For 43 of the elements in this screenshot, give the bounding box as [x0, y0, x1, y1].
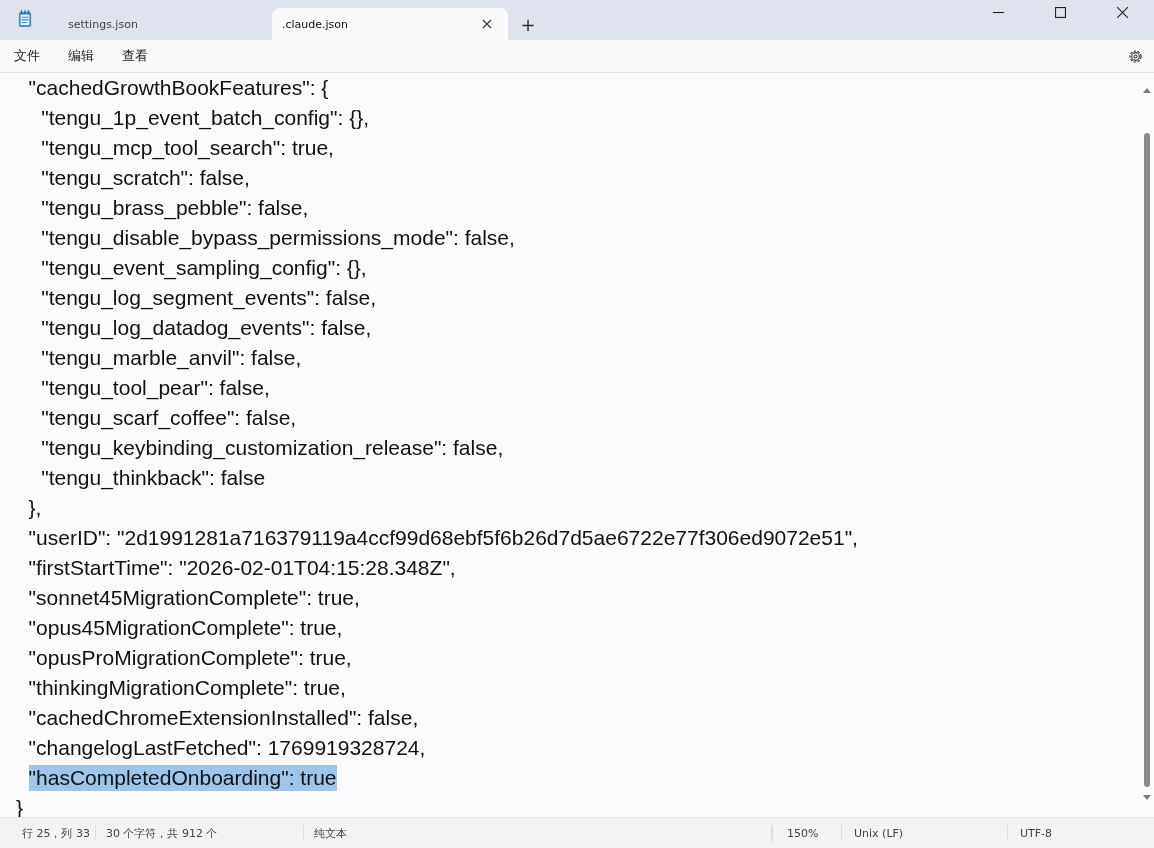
code-line: "tengu_log_datadog_events": false,: [41, 315, 372, 341]
code-line: "tengu_scarf_coffee": false,: [41, 405, 297, 431]
code-line: "opus45MigrationComplete": true,: [28, 615, 343, 641]
encoding: UTF-8: [1019, 825, 1053, 841]
close-icon[interactable]: [482, 19, 492, 29]
code-line: },: [28, 495, 42, 521]
code-line: "tengu_thinkback": false: [41, 465, 266, 491]
code-line: "tengu_mcp_tool_search": true,: [41, 135, 334, 161]
code-line: "firstStartTime": "2026-02-01T04:15:28.348Z",: [28, 555, 456, 581]
code-line: "opusProMigrationComplete": true,: [28, 645, 352, 671]
menu-item[interactable]: 文件: [14, 47, 40, 65]
file-format: 纯文本: [304, 825, 772, 841]
settings-icon[interactable]: [1127, 47, 1144, 65]
close-icon[interactable]: [1117, 7, 1128, 18]
code-line: "cachedChromeExtensionInstalled": false,: [28, 705, 419, 731]
tab[interactable]: .claude.json: [272, 8, 508, 40]
code-line: "thinkingMigrationComplete": true,: [28, 675, 346, 701]
menu-item[interactable]: 查看: [122, 47, 148, 65]
code-line: "sonnet45MigrationComplete": true,: [28, 585, 360, 611]
code-line: "tengu_1p_event_batch_config": {},: [41, 105, 370, 131]
code-line: "tengu_event_sampling_config": {},: [41, 255, 367, 281]
cursor-position: 行 25，列 33: [0, 825, 96, 841]
notepad-icon: [18, 10, 32, 28]
line-ending: Unix (LF): [842, 825, 1008, 841]
menu-item[interactable]: 编辑: [68, 47, 94, 65]
code-line: "tengu_scratch": false,: [41, 165, 250, 191]
tab[interactable]: settings.json: [42, 8, 272, 40]
code-line: "tengu_disable_bypass_permissions_mode": false,: [41, 225, 515, 251]
zoom-level: 150%: [772, 825, 842, 841]
scrollbar-thumb[interactable]: [1144, 133, 1150, 787]
scroll-down-icon[interactable]: [1143, 795, 1151, 801]
code-line: "tengu_keybinding_customization_release": false,: [41, 435, 504, 461]
scroll-up-icon[interactable]: [1143, 87, 1151, 93]
maximize-icon[interactable]: [1055, 7, 1066, 18]
code-line: "tengu_brass_pebble": false,: [41, 195, 309, 221]
code-line: "tengu_log_segment_events": false,: [41, 285, 376, 311]
code-line: "cachedGrowthBookFeatures": {: [28, 75, 329, 101]
code-line: "tengu_tool_pear": false,: [41, 375, 270, 401]
code-line: "userID": "2d1991281a716379119a4ccf99d68ebf5f6b26d7d5ae6722e77f306ed9072e51",: [28, 525, 858, 551]
code-line: "tengu_marble_anvil": false,: [41, 345, 302, 371]
new-tab-button[interactable]: +: [508, 8, 548, 40]
character-count: 30 个字符，共 912 个: [96, 825, 304, 841]
code-line: "changelogLastFetched": 1769919328724,: [28, 735, 426, 761]
